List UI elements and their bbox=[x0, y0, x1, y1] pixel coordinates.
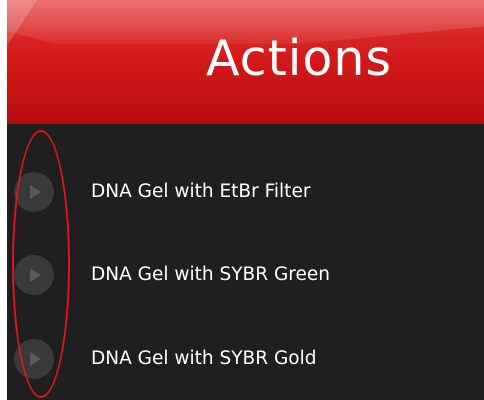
header-fold bbox=[7, 0, 37, 46]
play-icon bbox=[14, 172, 54, 212]
action-item-label: DNA Gel with SYBR Green bbox=[91, 263, 330, 285]
actions-header: Actions bbox=[7, 0, 484, 124]
action-item-label: DNA Gel with EtBr Filter bbox=[91, 180, 311, 202]
actions-panel: Actions DNA Gel with EtBr Filter DNA Gel… bbox=[7, 0, 484, 400]
play-icon bbox=[14, 339, 54, 379]
actions-title: Actions bbox=[206, 30, 392, 87]
action-item-sybr-green[interactable]: DNA Gel with SYBR Green bbox=[7, 245, 484, 305]
action-item-etbr-filter[interactable]: DNA Gel with EtBr Filter bbox=[7, 162, 484, 222]
action-item-label: DNA Gel with SYBR Gold bbox=[91, 347, 317, 369]
play-icon bbox=[14, 255, 54, 295]
action-item-sybr-gold[interactable]: DNA Gel with SYBR Gold bbox=[7, 329, 484, 389]
